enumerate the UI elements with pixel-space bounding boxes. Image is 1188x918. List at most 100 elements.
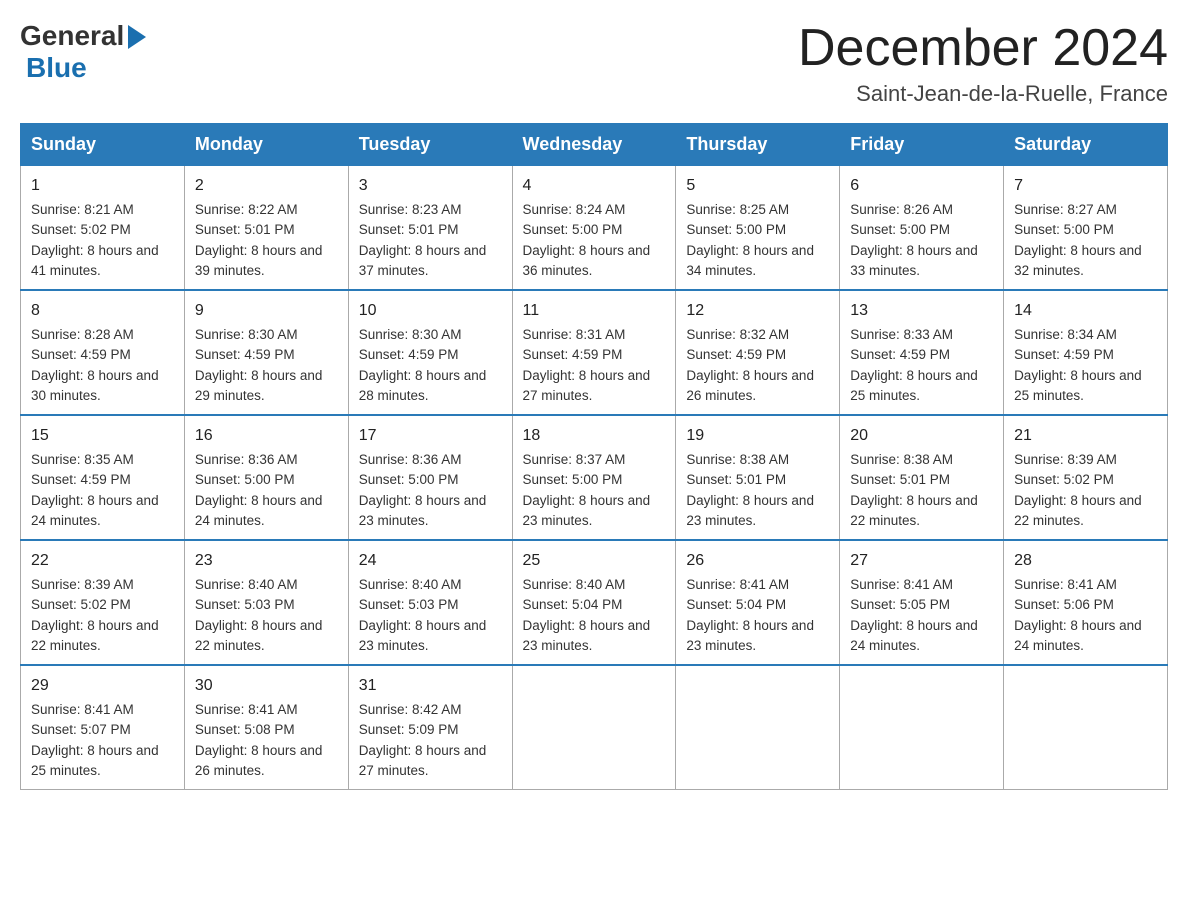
day-number: 10 — [359, 299, 502, 323]
day-number: 27 — [850, 549, 993, 573]
day-cell: 20 Sunrise: 8:38 AMSunset: 5:01 PMDayligh… — [840, 415, 1004, 540]
header-friday: Friday — [840, 124, 1004, 166]
day-info: Sunrise: 8:21 AMSunset: 5:02 PMDaylight:… — [31, 202, 159, 278]
day-number: 8 — [31, 299, 174, 323]
calendar-header-row: SundayMondayTuesdayWednesdayThursdayFrid… — [21, 124, 1168, 166]
day-cell: 14Sunrise: 8:34 AMSunset: 4:59 PMDayligh… — [1004, 290, 1168, 415]
day-number: 1 — [31, 174, 174, 198]
day-info: Sunrise: 8:41 AMSunset: 5:08 PMDaylight:… — [195, 702, 323, 778]
day-cell: 6Sunrise: 8:26 AMSunset: 5:00 PMDaylight… — [840, 166, 1004, 291]
day-cell: 9Sunrise: 8:30 AMSunset: 4:59 PMDaylight… — [184, 290, 348, 415]
day-info: Sunrise: 8:40 AMSunset: 5:03 PMDaylight:… — [359, 577, 487, 653]
day-number: 20 — [850, 424, 993, 448]
day-cell: 11 Sunrise: 8:31 AMSunset: 4:59 PMDayligh… — [512, 290, 676, 415]
day-info: Sunrise: 8:30 AMSunset: 4:59 PMDaylight:… — [359, 327, 487, 403]
day-cell: 26 Sunrise: 8:41 AMSunset: 5:04 PMDayligh… — [676, 540, 840, 665]
day-cell: 4 Sunrise: 8:24 AMSunset: 5:00 PMDaylight… — [512, 166, 676, 291]
day-cell: 25 Sunrise: 8:40 AMSunset: 5:04 PMDayligh… — [512, 540, 676, 665]
logo-general: General — [20, 20, 124, 52]
header-sunday: Sunday — [21, 124, 185, 166]
day-info: Sunrise: 8:39 AMSunset: 5:02 PMDaylight:… — [31, 577, 159, 653]
day-number: 25 — [523, 549, 666, 573]
calendar-table: SundayMondayTuesdayWednesdayThursdayFrid… — [20, 123, 1168, 790]
day-info: Sunrise: 8:42 AMSunset: 5:09 PMDaylight:… — [359, 702, 487, 778]
day-number: 2 — [195, 174, 338, 198]
week-row-2: 8Sunrise: 8:28 AMSunset: 4:59 PMDaylight… — [21, 290, 1168, 415]
day-cell: 8Sunrise: 8:28 AMSunset: 4:59 PMDaylight… — [21, 290, 185, 415]
day-cell: 7Sunrise: 8:27 AMSunset: 5:00 PMDaylight… — [1004, 166, 1168, 291]
calendar-subtitle: Saint-Jean-de-la-Ruelle, France — [798, 81, 1168, 107]
day-number: 4 — [523, 174, 666, 198]
day-info: Sunrise: 8:41 AMSunset: 5:05 PMDaylight:… — [850, 577, 978, 653]
day-number: 18 — [523, 424, 666, 448]
day-info: Sunrise: 8:38 AMSunset: 5:01 PMDaylight:… — [850, 452, 978, 528]
day-number: 19 — [686, 424, 829, 448]
logo-blue: Blue — [26, 52, 87, 84]
header-tuesday: Tuesday — [348, 124, 512, 166]
week-row-3: 15 Sunrise: 8:35 AMSunset: 4:59 PMDayligh… — [21, 415, 1168, 540]
day-cell: 16Sunrise: 8:36 AMSunset: 5:00 PMDayligh… — [184, 415, 348, 540]
day-number: 6 — [850, 174, 993, 198]
day-info: Sunrise: 8:41 AMSunset: 5:07 PMDaylight:… — [31, 702, 159, 778]
day-info: Sunrise: 8:40 AMSunset: 5:03 PMDaylight:… — [195, 577, 323, 653]
day-number: 22 — [31, 549, 174, 573]
day-number: 12 — [686, 299, 829, 323]
day-cell: 22 Sunrise: 8:39 AMSunset: 5:02 PMDayligh… — [21, 540, 185, 665]
day-info: Sunrise: 8:31 AMSunset: 4:59 PMDaylight:… — [523, 327, 651, 403]
header-wednesday: Wednesday — [512, 124, 676, 166]
day-info: Sunrise: 8:37 AMSunset: 5:00 PMDaylight:… — [523, 452, 651, 528]
day-number: 13 — [850, 299, 993, 323]
day-number: 21 — [1014, 424, 1157, 448]
day-cell: 5 Sunrise: 8:25 AMSunset: 5:00 PMDaylight… — [676, 166, 840, 291]
day-cell: 17 Sunrise: 8:36 AMSunset: 5:00 PMDayligh… — [348, 415, 512, 540]
day-cell: 2 Sunrise: 8:22 AMSunset: 5:01 PMDaylight… — [184, 166, 348, 291]
day-cell — [676, 665, 840, 790]
logo: General Blue — [20, 20, 146, 84]
header-monday: Monday — [184, 124, 348, 166]
day-number: 28 — [1014, 549, 1157, 573]
day-info: Sunrise: 8:23 AMSunset: 5:01 PMDaylight:… — [359, 202, 487, 278]
day-cell: 21 Sunrise: 8:39 AMSunset: 5:02 PMDayligh… — [1004, 415, 1168, 540]
day-cell: 18 Sunrise: 8:37 AMSunset: 5:00 PMDayligh… — [512, 415, 676, 540]
day-cell — [512, 665, 676, 790]
day-info: Sunrise: 8:39 AMSunset: 5:02 PMDaylight:… — [1014, 452, 1142, 528]
day-cell: 23Sunrise: 8:40 AMSunset: 5:03 PMDayligh… — [184, 540, 348, 665]
day-cell: 10 Sunrise: 8:30 AMSunset: 4:59 PMDayligh… — [348, 290, 512, 415]
day-cell: 1 Sunrise: 8:21 AMSunset: 5:02 PMDaylight… — [21, 166, 185, 291]
day-cell: 24 Sunrise: 8:40 AMSunset: 5:03 PMDayligh… — [348, 540, 512, 665]
day-cell: 15 Sunrise: 8:35 AMSunset: 4:59 PMDayligh… — [21, 415, 185, 540]
day-number: 9 — [195, 299, 338, 323]
day-cell: 30Sunrise: 8:41 AMSunset: 5:08 PMDayligh… — [184, 665, 348, 790]
day-info: Sunrise: 8:25 AMSunset: 5:00 PMDaylight:… — [686, 202, 814, 278]
day-cell: 31Sunrise: 8:42 AMSunset: 5:09 PMDayligh… — [348, 665, 512, 790]
header-saturday: Saturday — [1004, 124, 1168, 166]
week-row-5: 29Sunrise: 8:41 AMSunset: 5:07 PMDayligh… — [21, 665, 1168, 790]
day-info: Sunrise: 8:36 AMSunset: 5:00 PMDaylight:… — [359, 452, 487, 528]
day-info: Sunrise: 8:33 AMSunset: 4:59 PMDaylight:… — [850, 327, 978, 403]
day-number: 11 — [523, 299, 666, 323]
day-info: Sunrise: 8:36 AMSunset: 5:00 PMDaylight:… — [195, 452, 323, 528]
day-number: 5 — [686, 174, 829, 198]
day-info: Sunrise: 8:32 AMSunset: 4:59 PMDaylight:… — [686, 327, 814, 403]
day-cell: 29Sunrise: 8:41 AMSunset: 5:07 PMDayligh… — [21, 665, 185, 790]
day-cell: 19Sunrise: 8:38 AMSunset: 5:01 PMDayligh… — [676, 415, 840, 540]
day-info: Sunrise: 8:41 AMSunset: 5:04 PMDaylight:… — [686, 577, 814, 653]
logo-arrow-icon — [128, 25, 146, 49]
day-number: 24 — [359, 549, 502, 573]
title-block: December 2024 Saint-Jean-de-la-Ruelle, F… — [798, 20, 1168, 107]
day-info: Sunrise: 8:35 AMSunset: 4:59 PMDaylight:… — [31, 452, 159, 528]
day-info: Sunrise: 8:24 AMSunset: 5:00 PMDaylight:… — [523, 202, 651, 278]
week-row-4: 22 Sunrise: 8:39 AMSunset: 5:02 PMDayligh… — [21, 540, 1168, 665]
day-cell: 12 Sunrise: 8:32 AMSunset: 4:59 PMDayligh… — [676, 290, 840, 415]
day-cell: 28Sunrise: 8:41 AMSunset: 5:06 PMDayligh… — [1004, 540, 1168, 665]
day-info: Sunrise: 8:22 AMSunset: 5:01 PMDaylight:… — [195, 202, 323, 278]
day-number: 3 — [359, 174, 502, 198]
page-header: General Blue December 2024 Saint-Jean-de… — [20, 20, 1168, 107]
day-info: Sunrise: 8:27 AMSunset: 5:00 PMDaylight:… — [1014, 202, 1142, 278]
day-number: 14 — [1014, 299, 1157, 323]
week-row-1: 1 Sunrise: 8:21 AMSunset: 5:02 PMDaylight… — [21, 166, 1168, 291]
day-number: 26 — [686, 549, 829, 573]
day-number: 15 — [31, 424, 174, 448]
day-info: Sunrise: 8:40 AMSunset: 5:04 PMDaylight:… — [523, 577, 651, 653]
day-number: 17 — [359, 424, 502, 448]
